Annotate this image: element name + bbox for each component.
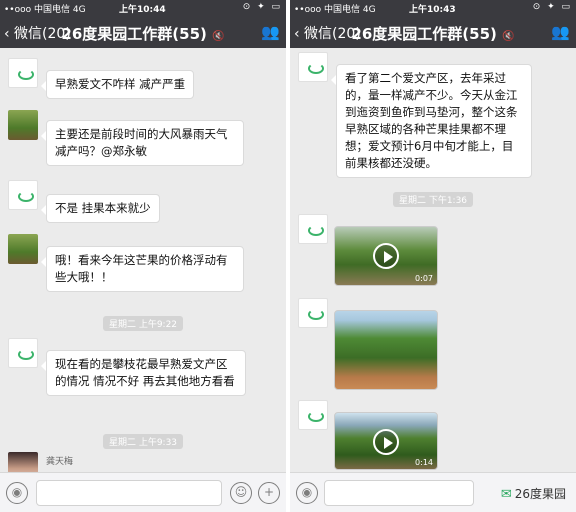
voice-icon[interactable]: ◉ <box>6 482 28 504</box>
status-bar: ••ooo 中国电信 4G 上午10:43 ⊙ ✦ ▭ <box>290 0 576 16</box>
watermark: ✉ 26度果园 <box>501 485 566 502</box>
video-message[interactable] <box>334 310 438 390</box>
chat-panel-right: ••ooo 中国电信 4G 上午10:43 ⊙ ✦ ▭ ‹ 微信(20) 26度… <box>290 0 576 512</box>
video-message[interactable]: 0:07 <box>334 226 438 286</box>
avatar[interactable] <box>8 234 38 264</box>
message-bubble[interactable]: 不是 挂果本来就少 <box>41 194 160 223</box>
timestamp-label: 星期二 下午1:36 <box>392 192 474 207</box>
timestamp: 星期二 上午9:22 <box>0 312 286 331</box>
avatar[interactable] <box>298 400 328 430</box>
timestamp-label: 星期二 上午9:33 <box>102 434 184 449</box>
message-list[interactable]: 看了第二个爱文产区，去年采过的，量一样减产不少。今天从金江到迤资到鱼砟到马垫河，… <box>290 48 576 472</box>
voice-icon[interactable]: ◉ <box>296 482 318 504</box>
message-bubble[interactable]: 看了第二个爱文产区，去年采过的，量一样减产不少。今天从金江到迤资到鱼砟到马垫河，… <box>331 64 532 178</box>
nav-bar: ‹ 微信(20) 26度果园工作群(55) 🔇 👥 <box>290 16 576 48</box>
avatar[interactable] <box>8 180 38 210</box>
avatar[interactable] <box>298 214 328 244</box>
group-members-icon[interactable]: 👥 <box>261 23 280 41</box>
sender-name: 龚天梅 <box>46 457 74 467</box>
play-icon[interactable] <box>373 429 399 455</box>
avatar[interactable] <box>8 110 38 140</box>
timestamp-label: 星期二 上午9:22 <box>102 316 184 331</box>
clock: 上午10:43 <box>409 5 456 15</box>
avatar[interactable] <box>8 338 38 368</box>
avatar[interactable] <box>298 298 328 328</box>
message-bubble[interactable]: 哦！看来今年这芒果的价格浮动有些大哦！！ <box>41 246 244 292</box>
message-bubble[interactable]: 早熟爱文不咋样 减产严重 <box>40 70 195 99</box>
message-bubble[interactable]: 现在看的是攀枝花最早熟爱文产区的情况 情况不好 再去其他地方看看 <box>41 350 246 396</box>
clock: 上午10:44 <box>119 5 166 15</box>
message-bubble[interactable]: 主要还是前段时间的大风暴雨天气减产吗？@郑永敏 <box>41 120 244 166</box>
video-message[interactable]: 0:14 <box>334 412 438 470</box>
group-members-icon[interactable]: 👥 <box>551 23 570 41</box>
chat-title-text: 26度果园工作群(55) <box>61 25 207 43</box>
plus-icon[interactable]: + <box>258 482 280 504</box>
input-bar: ◉ ☺ + <box>0 472 286 512</box>
nav-bar: ‹ 微信(20) 26度果园工作群(55) 🔇 👥 <box>0 16 286 48</box>
mute-icon: 🔇 <box>502 31 515 42</box>
mute-icon: 🔇 <box>212 31 225 42</box>
carrier-label: ••ooo 中国电信 4G <box>294 5 376 15</box>
status-icons: ⊙ ✦ ▭ <box>532 2 572 12</box>
video-duration: 0:14 <box>415 458 433 467</box>
avatar[interactable] <box>8 58 38 88</box>
video-duration: 0:07 <box>415 274 433 283</box>
message-input[interactable] <box>324 480 474 506</box>
emoji-icon[interactable]: ☺ <box>230 482 252 504</box>
status-icons: ⊙ ✦ ▭ <box>242 2 282 12</box>
avatar[interactable] <box>298 52 328 82</box>
watermark-text: 26度果园 <box>514 487 566 501</box>
input-bar: ◉ ✉ 26度果园 <box>290 472 576 512</box>
wechat-icon: ✉ <box>500 487 512 502</box>
message-input[interactable] <box>36 480 222 506</box>
chat-title-text: 26度果园工作群(55) <box>351 25 497 43</box>
chat-panel-left: ••ooo 中国电信 4G 上午10:44 ⊙ ✦ ▭ ‹ 微信(20) 26度… <box>0 0 286 512</box>
chat-title: 26度果园工作群(55) 🔇 <box>0 23 286 44</box>
timestamp: 星期二 下午1:36 <box>290 188 576 207</box>
timestamp: 星期二 上午9:33 <box>0 430 286 449</box>
play-icon[interactable] <box>373 243 399 269</box>
message-list[interactable]: 早熟爱文不咋样 减产严重 主要还是前段时间的大风暴雨天气减产吗？@郑永敏 不是 … <box>0 48 286 482</box>
carrier-label: ••ooo 中国电信 4G <box>4 5 86 15</box>
chat-title: 26度果园工作群(55) 🔇 <box>290 23 576 44</box>
status-bar: ••ooo 中国电信 4G 上午10:44 ⊙ ✦ ▭ <box>0 0 286 16</box>
